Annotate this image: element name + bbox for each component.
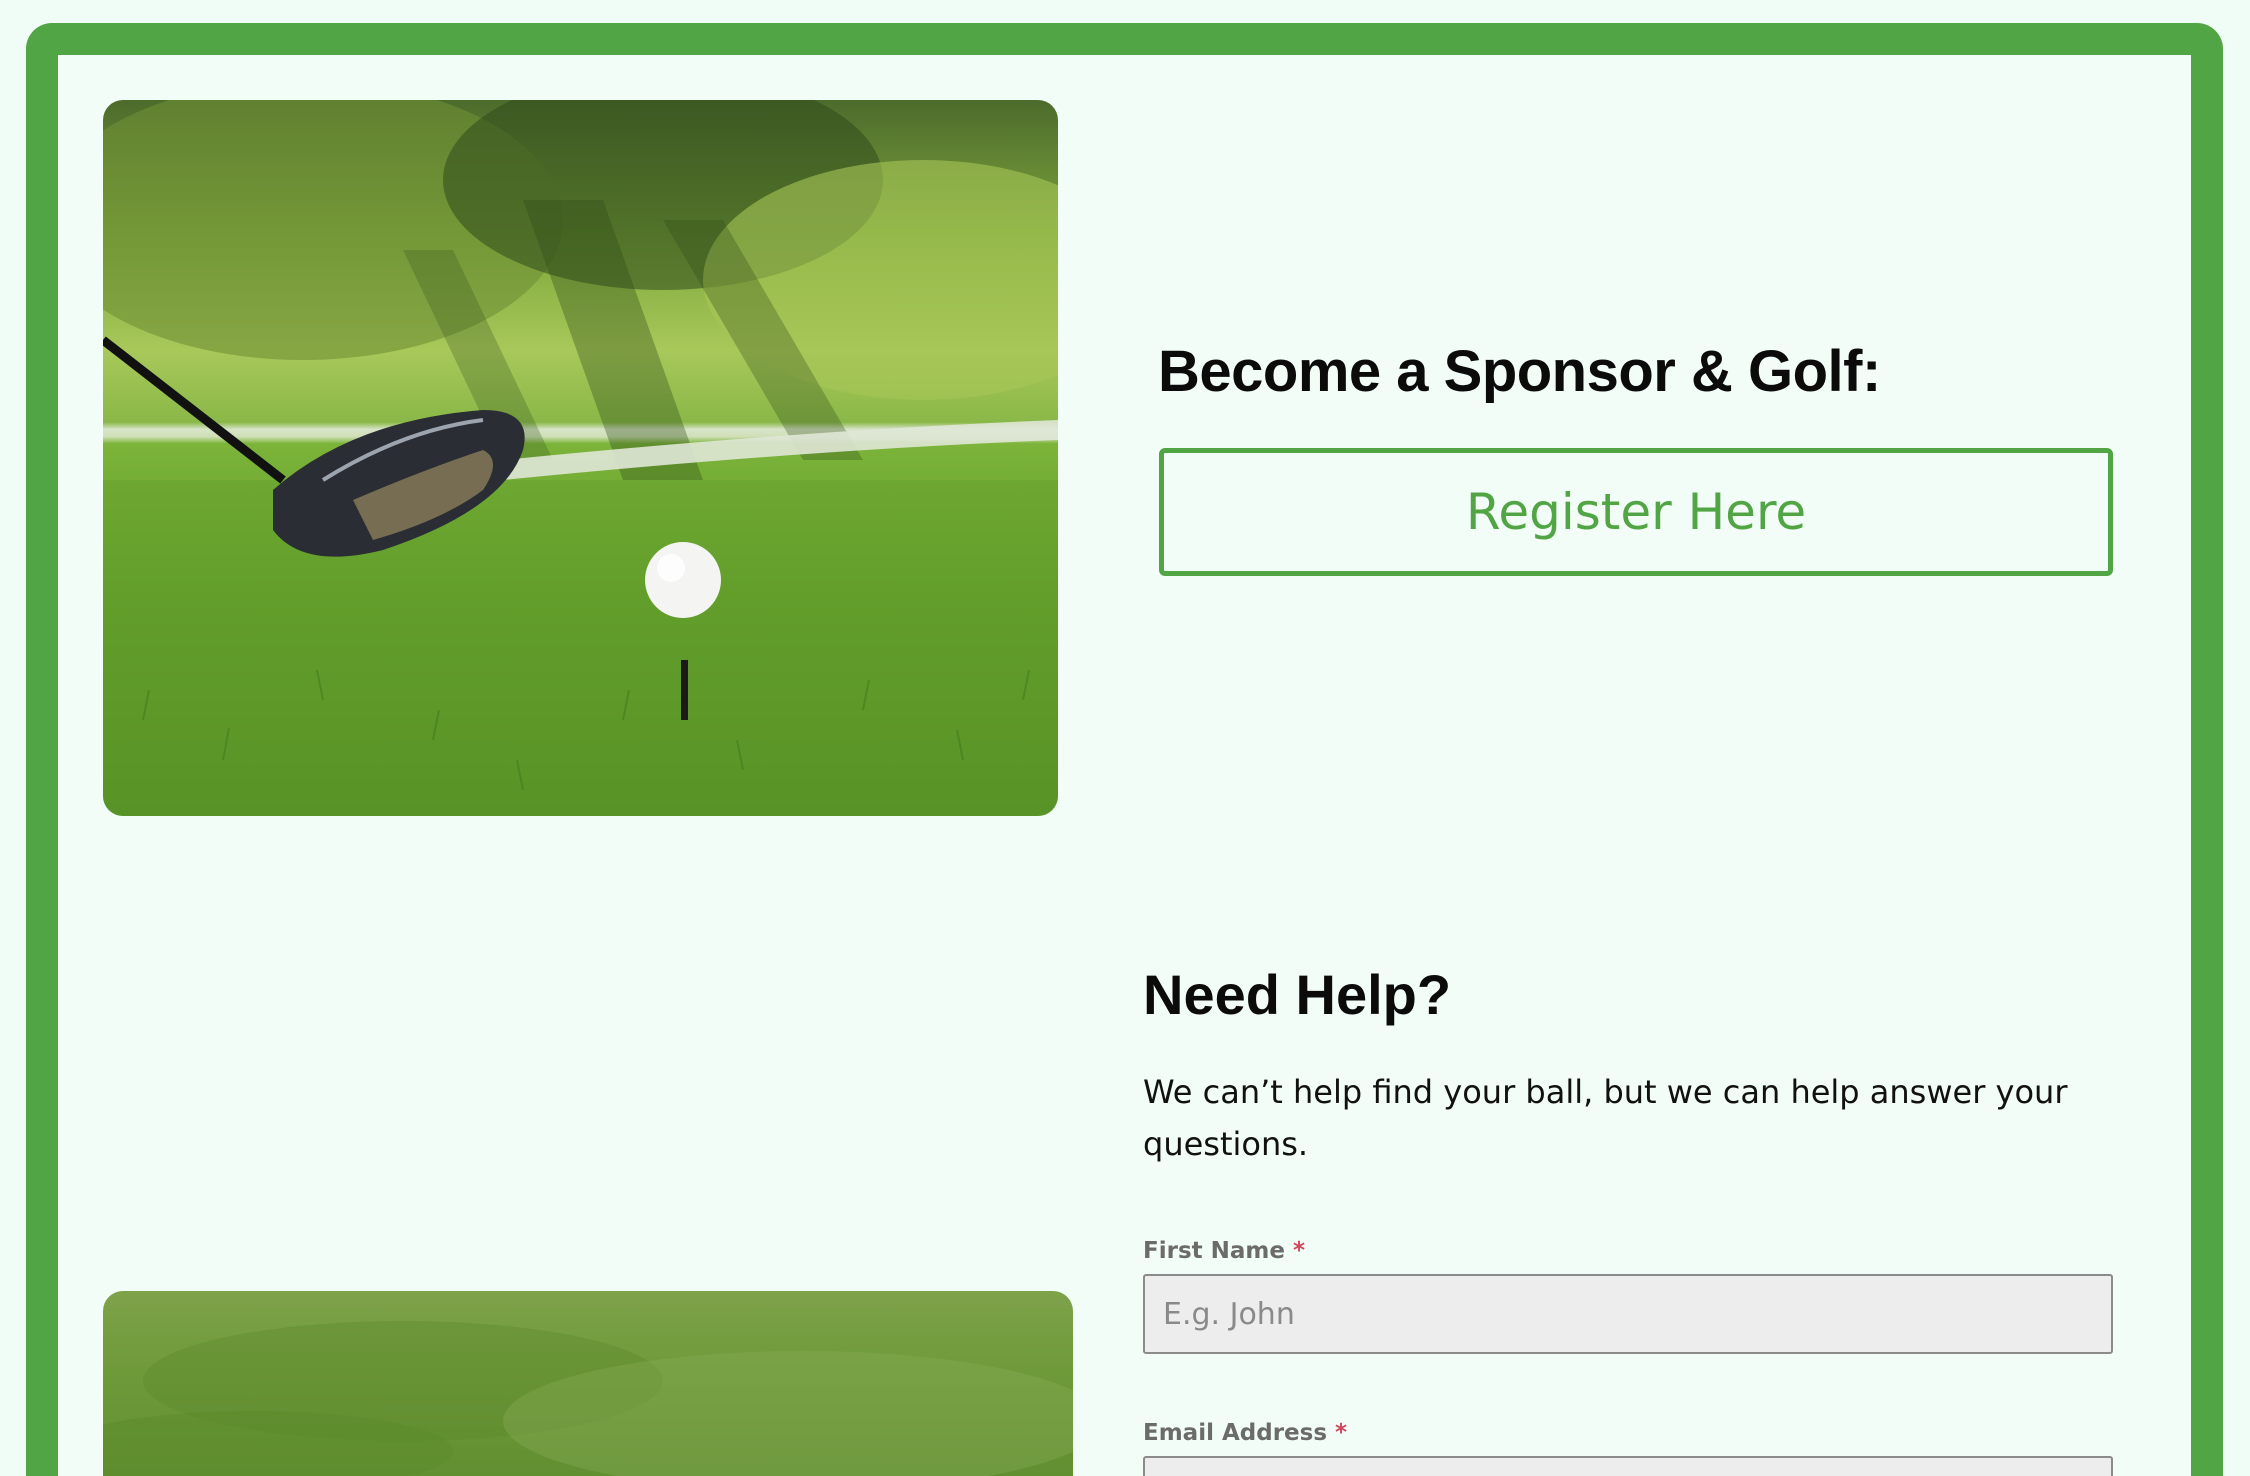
help-description: We can’t help find your ball, but we can… [1143,1073,2068,1163]
golf-club-ball-image [103,100,1058,816]
required-mark: * [1292,1238,1305,1264]
first-name-label: First Name * [1143,1238,1305,1264]
first-name-input[interactable] [1143,1274,2113,1354]
help-heading: Need Help? [1143,963,1452,1026]
required-mark: * [1335,1420,1348,1446]
grass-image [103,1291,1073,1476]
register-button[interactable]: Register Here [1159,448,2113,576]
first-name-label-text: First Name [1143,1238,1285,1264]
email-label: Email Address * [1143,1420,1347,1446]
sponsor-heading: Become a Sponsor & Golf: [1158,339,1881,404]
email-input[interactable] [1143,1456,2113,1476]
email-label-text: Email Address [1143,1420,1328,1446]
